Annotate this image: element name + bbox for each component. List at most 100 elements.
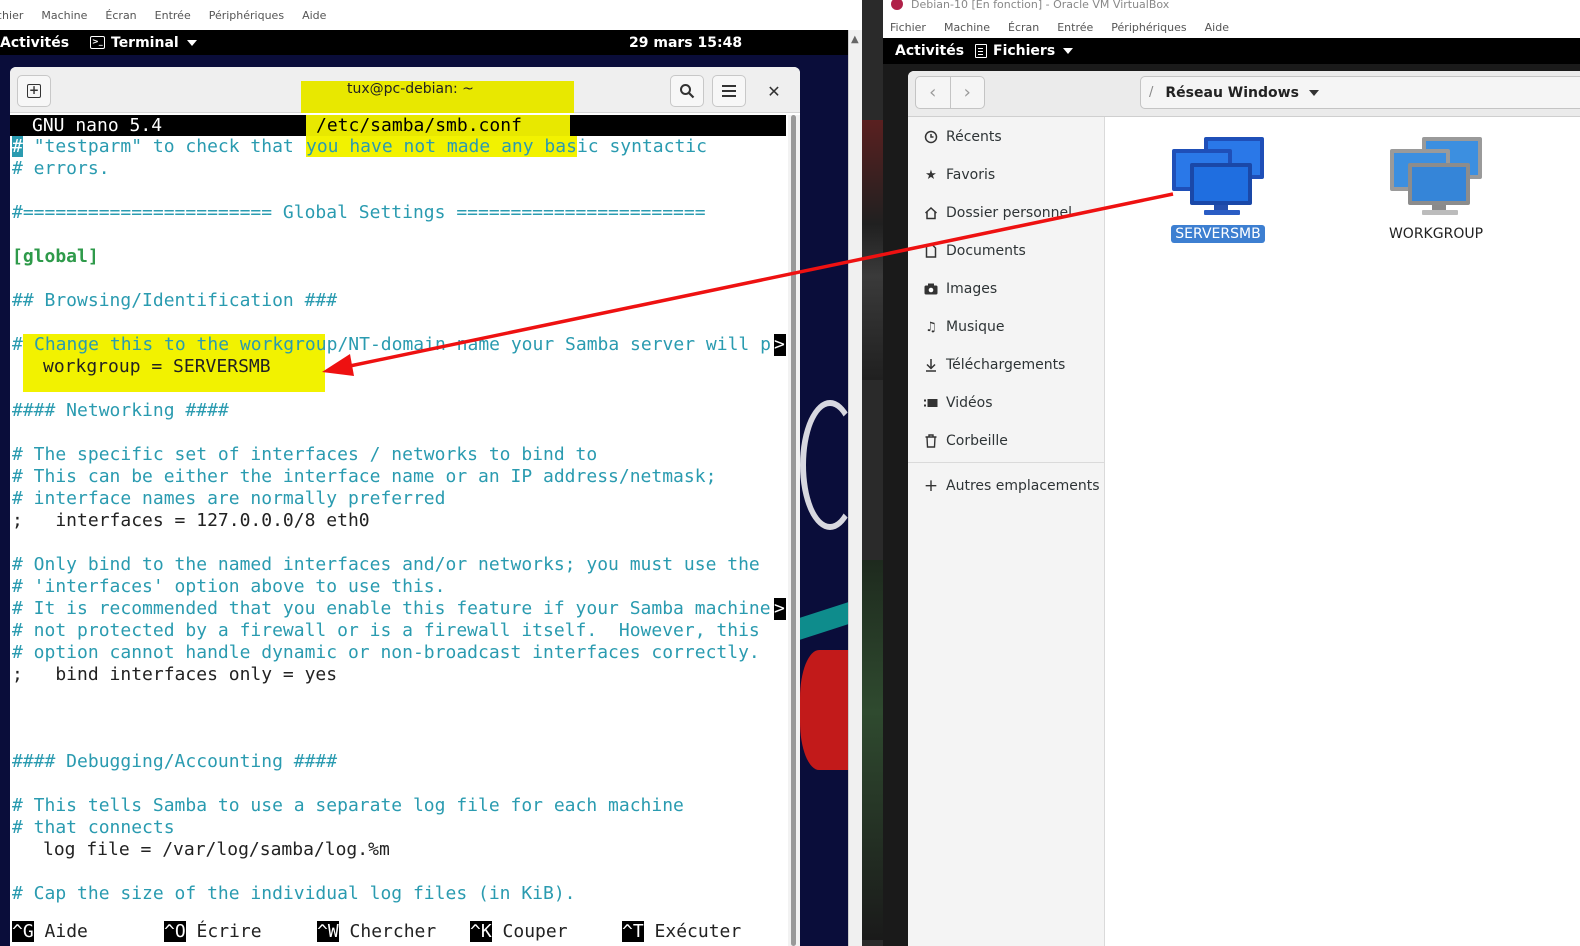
code-line: # [12, 334, 23, 355]
scrollbar-thumb[interactable] [791, 115, 796, 946]
menu-machine[interactable]: Machine [41, 9, 87, 22]
code-line: # Cap the size of the individual log fil… [12, 883, 576, 904]
network-item-workgroup[interactable]: WORKGROUP [1376, 135, 1496, 243]
nano-file-path-text: /etc/samba/smb.conf [316, 115, 522, 136]
network-item-serversmb[interactable]: SERVERSMB [1158, 135, 1278, 243]
menu-aide[interactable]: Aide [1205, 21, 1229, 34]
chevron-down-icon [186, 39, 197, 46]
sidebar-item-favoris[interactable]: ★ Favoris [922, 163, 995, 187]
shortcut-label: Exécuter [654, 921, 742, 942]
nano-version: GNU nano 5.4 [32, 115, 163, 136]
sidebar-item-musique[interactable]: ♫ Musique [922, 315, 1004, 339]
code-line: # This tells Samba to use a separate log… [12, 795, 684, 816]
files-window: ‹ › / Réseau Windows Récents ★ Favoris D… [908, 71, 1580, 946]
divider-glow [862, 120, 883, 380]
activities-button[interactable]: Activités [895, 43, 964, 59]
sidebar-item-label: Favoris [946, 167, 996, 183]
code-line: # that connects [12, 817, 175, 838]
nano-status-bar: GNU nano 5.4/etc/samba/smb.conf [10, 115, 786, 136]
clock[interactable]: 29 mars 15:48 [629, 35, 742, 51]
places-sidebar: Récents ★ Favoris Dossier personnel Docu… [908, 117, 1105, 946]
window-title-text: Debian-10 [En fonction] - Oracle VM Virt… [911, 0, 1170, 11]
menu-entree[interactable]: Entrée [155, 9, 191, 22]
shortcut-chercher[interactable]: ^W Chercher [317, 921, 436, 942]
app-menu-terminal[interactable]: >_ Terminal [90, 35, 197, 51]
shortcut-key: ^K [470, 921, 492, 942]
video-icon [922, 394, 940, 412]
sidebar-item-images[interactable]: Images [922, 277, 997, 301]
sidebar-item-label: Récents [946, 129, 1002, 145]
new-tab-button[interactable]: + [17, 75, 51, 107]
menu-machine[interactable]: Machine [944, 21, 990, 34]
code-line: #### Debugging/Accounting #### [12, 751, 338, 772]
close-button[interactable]: ✕ [762, 79, 786, 103]
menu-aide[interactable]: Aide [302, 9, 326, 22]
shortcut-couper[interactable]: ^K Couper [470, 921, 568, 942]
divider-green [862, 560, 883, 940]
code-line: workgroup = SERVERSMB [43, 356, 271, 377]
chevron-down-icon [1063, 48, 1074, 54]
forward-button[interactable]: › [949, 77, 985, 108]
menu-peripheriques[interactable]: Périphériques [1111, 21, 1186, 34]
terminal-icon: >_ [90, 36, 105, 49]
highlighted-text: you have not made any bas [306, 136, 577, 157]
path-separator: / [1149, 85, 1154, 100]
close-icon: ✕ [767, 81, 781, 101]
sidebar-item-label: Dossier personnel [946, 205, 1073, 221]
sidebar-item-autres-emplacements[interactable]: + Autres emplacements [922, 474, 1100, 498]
star-icon: ★ [925, 167, 937, 183]
shortcut-executer[interactable]: ^T Exécuter [622, 921, 741, 942]
highlighted-text: Change this to the workgrou [34, 334, 327, 355]
code-text: ic syntactic [576, 136, 707, 157]
sidebar-item-label: Vidéos [946, 395, 993, 411]
activities-button[interactable]: Activités [0, 35, 69, 51]
breadcrumb-reseau-windows[interactable]: Réseau Windows [1165, 85, 1299, 101]
code-text: "testparm" to check that [33, 136, 305, 157]
vbox-menubar-left: chier Machine Écran Entrée Périphériques… [0, 0, 862, 30]
code-line: # The specific set of interfaces / netwo… [12, 444, 598, 465]
shortcut-label: Chercher [349, 921, 437, 942]
shortcut-aide[interactable]: ^G Aide [12, 921, 88, 942]
sidebar-item-label: Autres emplacements [946, 478, 1100, 494]
nano-editor[interactable]: GNU nano 5.4/etc/samba/smb.conf # "testp… [10, 115, 788, 946]
path-bar[interactable]: / Réseau Windows [1140, 76, 1580, 109]
hamburger-menu-button[interactable] [712, 75, 746, 107]
back-button[interactable]: ‹ [916, 77, 950, 108]
desktop-teal-stripe [800, 602, 848, 640]
app-menu-label: Terminal [111, 34, 179, 51]
menu-ecran[interactable]: Écran [1008, 21, 1039, 34]
app-menu-files[interactable]: Fichiers [975, 43, 1074, 59]
sidebar-item-videos[interactable]: Vidéos [922, 391, 993, 415]
network-item-label: SERVERSMB [1171, 225, 1265, 243]
chevron-left-icon: ‹ [929, 82, 937, 103]
code-line: ; interfaces = 127.0.0.0/8 eth0 [12, 510, 370, 531]
menu-ecran[interactable]: Écran [105, 9, 136, 22]
menu-entree[interactable]: Entrée [1057, 21, 1093, 34]
sidebar-item-documents[interactable]: Documents [922, 239, 1026, 263]
scroll-up-icon[interactable]: ▲ [851, 34, 859, 45]
sidebar-item-recents[interactable]: Récents [922, 125, 1002, 149]
menu-fichier[interactable]: chier [0, 9, 23, 22]
sidebar-item-dossier-personnel[interactable]: Dossier personnel [922, 201, 1072, 225]
home-icon [922, 204, 940, 222]
sidebar-item-telechargements[interactable]: Téléchargements [922, 353, 1065, 377]
network-item-label: WORKGROUP [1388, 226, 1484, 242]
gnome-top-bar-right: Activités Fichiers [883, 38, 1580, 64]
vm-scrollbar-left[interactable]: ▲ [848, 30, 862, 946]
menu-peripheriques[interactable]: Périphériques [209, 9, 284, 22]
network-computer-icon [1390, 137, 1482, 215]
code-line: # This can be either the interface name … [12, 466, 717, 487]
shortcut-label: Couper [502, 921, 568, 942]
vbox-window-title: Debian-10 [En fonction] - Oracle VM Virt… [883, 0, 1580, 14]
sidebar-item-label: Images [946, 281, 998, 297]
menu-fichier[interactable]: Fichier [890, 21, 926, 34]
nav-buttons: ‹ › [915, 76, 985, 109]
code-line: # errors. [12, 158, 110, 179]
sidebar-item-corbeille[interactable]: Corbeille [922, 429, 1008, 453]
search-button[interactable] [670, 75, 704, 107]
chevron-down-icon[interactable] [1308, 89, 1319, 96]
shortcut-ecrire[interactable]: ^O Écrire [164, 921, 262, 942]
terminal-scrollbar[interactable] [788, 115, 800, 946]
shortcut-label: Écrire [196, 921, 262, 942]
trash-icon [922, 432, 940, 450]
